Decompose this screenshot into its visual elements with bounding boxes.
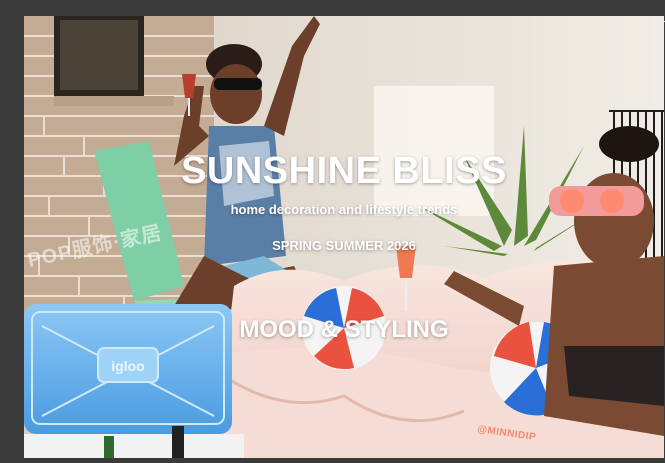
season-label: SPRING SUMMER 2026 xyxy=(272,238,416,253)
slide-canvas: igloo POP服饰·家居 @MINNIDIP SUNSHINE BLISS … xyxy=(24,16,664,458)
presentation-frame: igloo POP服饰·家居 @MINNIDIP SUNSHINE BLISS … xyxy=(0,0,665,463)
cooler-brand-label: igloo xyxy=(111,358,144,374)
slide-title: SUNSHINE BLISS xyxy=(181,150,507,192)
section-title: MOOD & STYLING xyxy=(239,316,449,343)
slide-subtitle: home decoration and lifestyle trends xyxy=(230,202,458,217)
